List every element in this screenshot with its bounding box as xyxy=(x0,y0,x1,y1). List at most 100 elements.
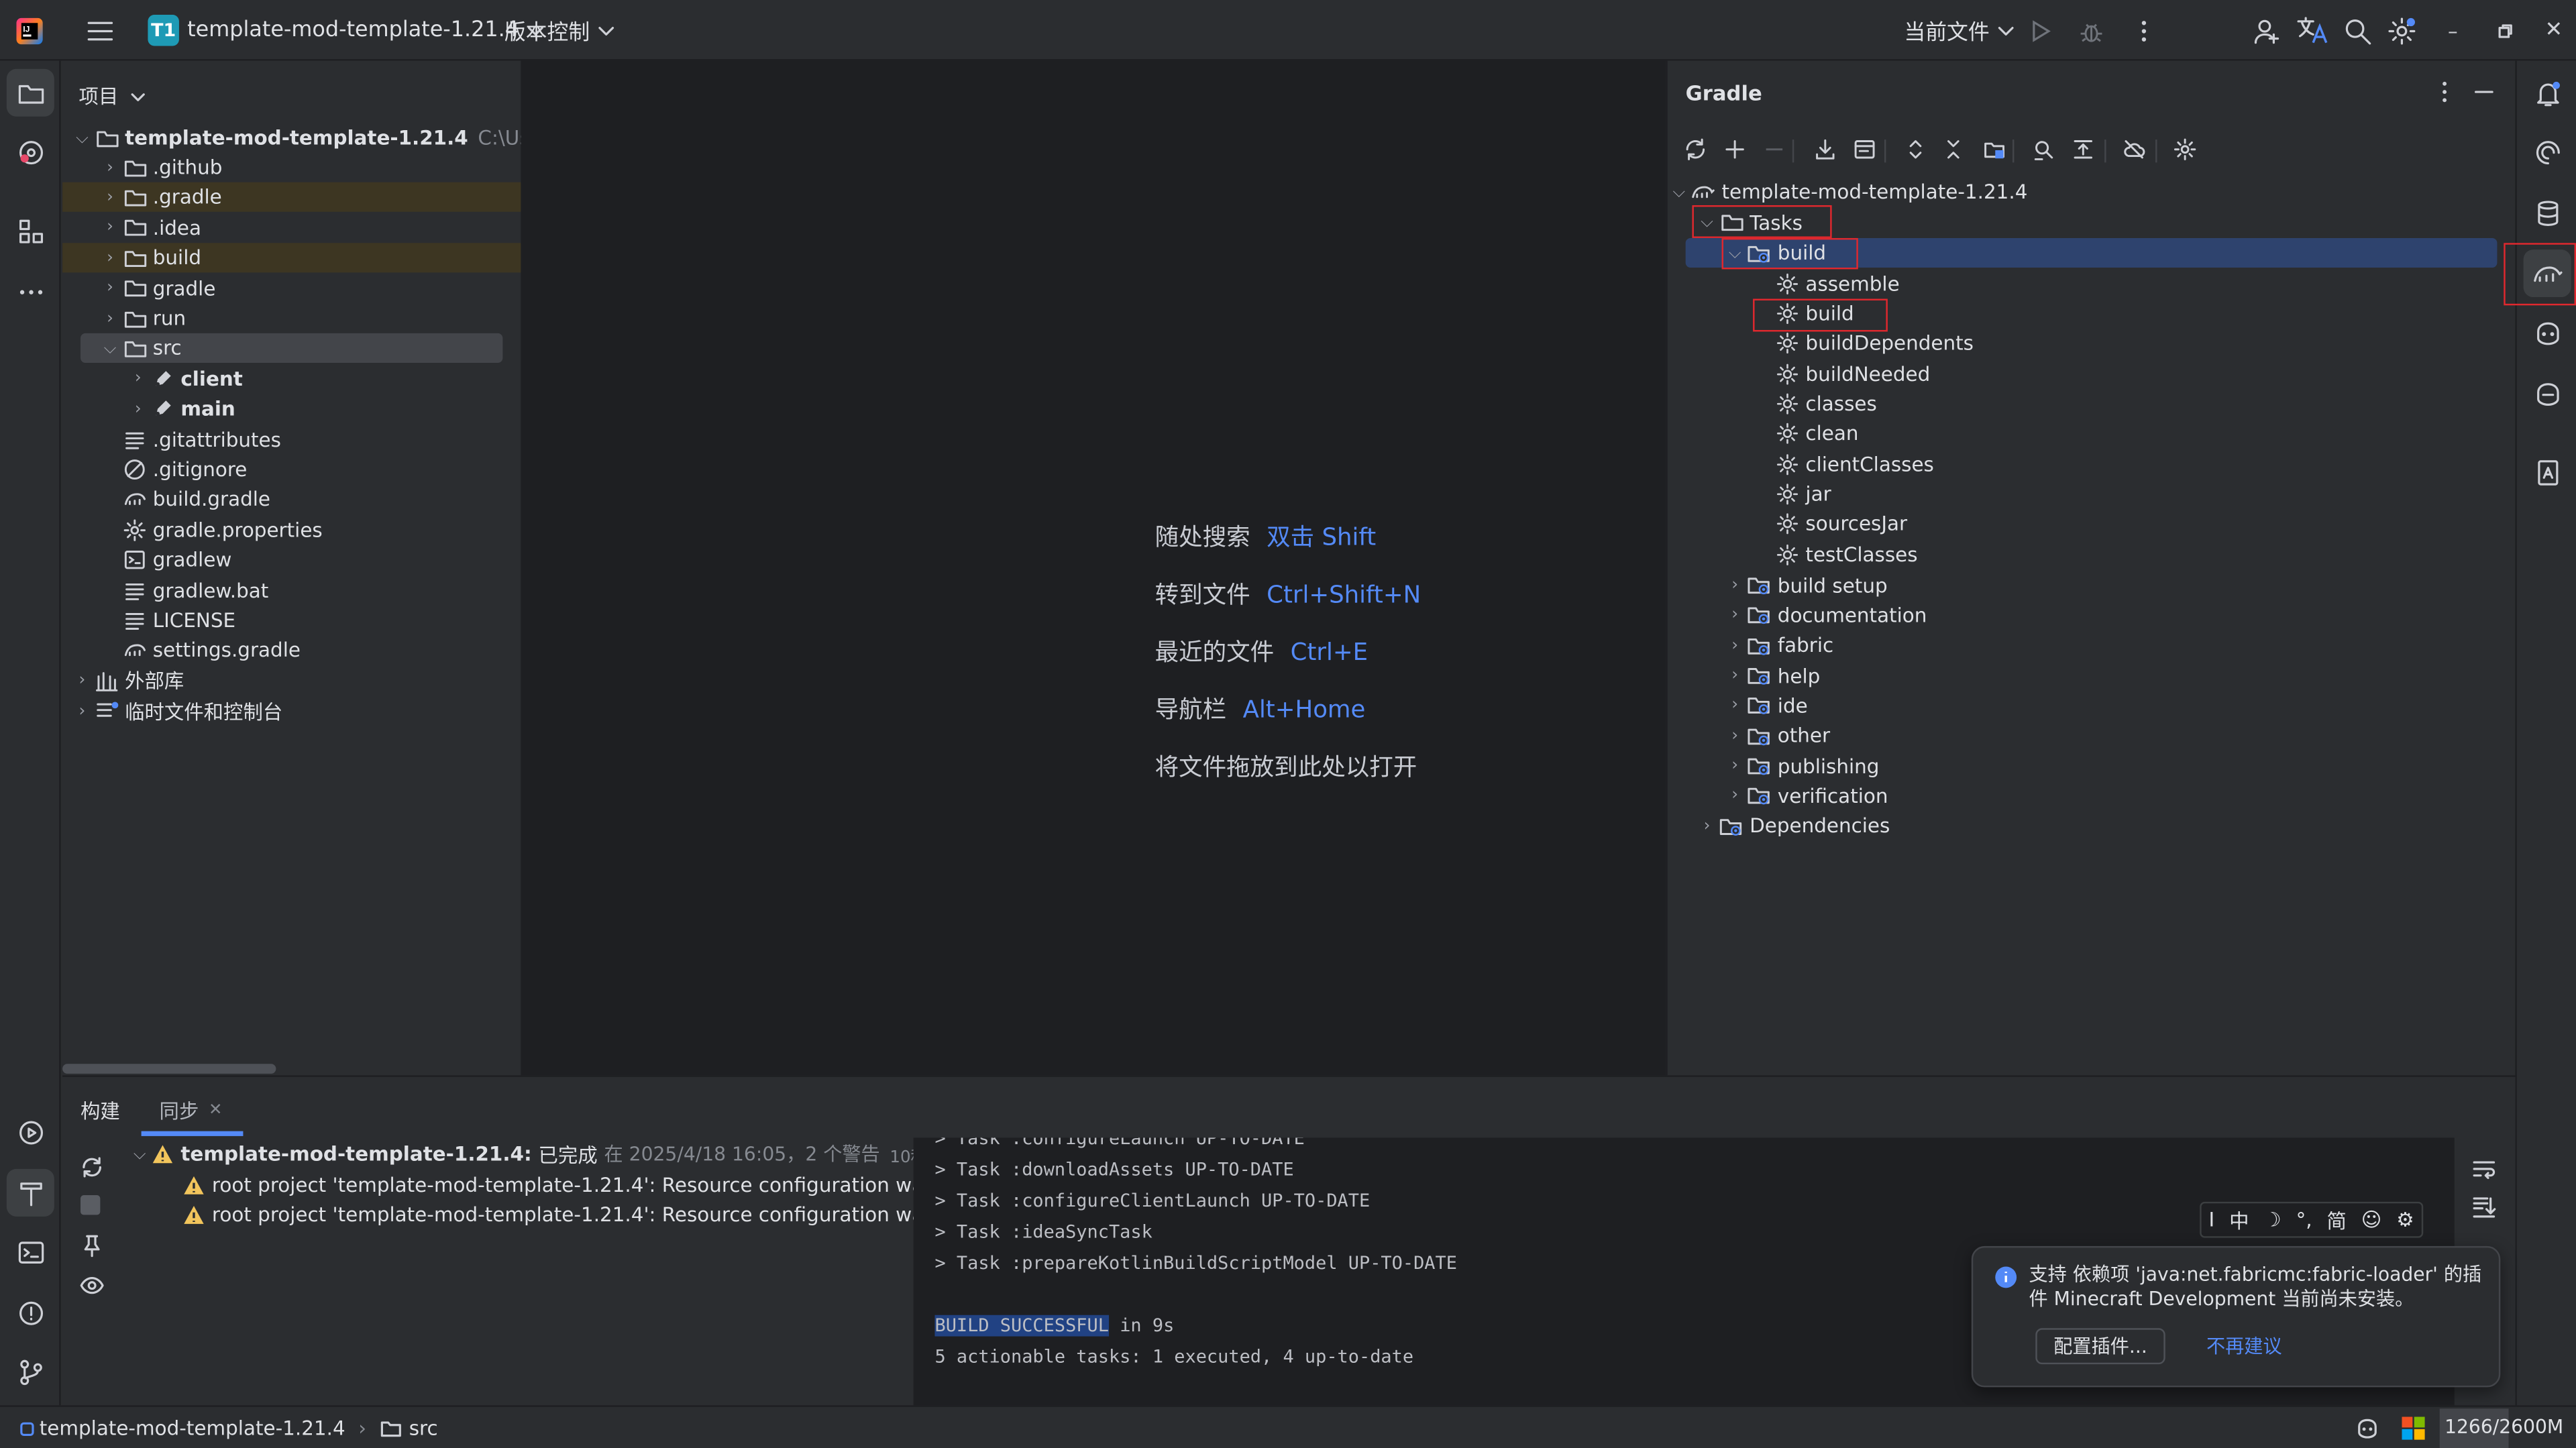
vcs-menu[interactable]: 版本控制 xyxy=(504,0,618,61)
windows-logo-icon[interactable] xyxy=(2402,1416,2425,1440)
translation-tool-button[interactable] xyxy=(2524,448,2571,496)
debug-button[interactable] xyxy=(2078,0,2104,61)
breadcrumb-folder[interactable]: src xyxy=(409,1416,438,1439)
gradle-settings-button[interactable] xyxy=(2172,138,2198,161)
gradle-task-group[interactable]: › publishing xyxy=(1723,751,1879,781)
gradle-task[interactable]: jar xyxy=(1752,480,1831,509)
run-button[interactable] xyxy=(2027,0,2053,61)
ime-button[interactable]: ☽ xyxy=(2263,1209,2281,1231)
project-tree-item[interactable]: ⌵ src xyxy=(99,334,182,364)
soft-wrap-button[interactable] xyxy=(2471,1156,2497,1182)
toggle-button[interactable] xyxy=(2070,138,2096,161)
memory-indicator[interactable]: 1266/2600M xyxy=(2445,1415,2563,1438)
gradle-options-button[interactable] xyxy=(2434,78,2454,105)
plugin-tool-button[interactable] xyxy=(7,128,54,176)
project-tree-item[interactable]: build.gradle xyxy=(99,485,270,514)
breadcrumb-project[interactable]: template-mod-template-1.21.4 xyxy=(40,1416,345,1439)
configure-plugins-button[interactable]: 配置插件... xyxy=(2035,1328,2165,1365)
terminal-tool-button[interactable] xyxy=(7,1228,54,1276)
gradle-task[interactable]: buildNeeded xyxy=(1752,359,1930,388)
copilot-tool-button[interactable] xyxy=(2524,309,2571,356)
tab-build[interactable]: 构建 xyxy=(80,1097,120,1125)
project-tree-item[interactable]: .gitignore xyxy=(99,455,247,484)
gradle-task[interactable]: sourcesJar xyxy=(1752,510,1907,539)
more-tools-button[interactable] xyxy=(7,268,54,315)
rerun-button[interactable] xyxy=(79,1154,105,1180)
run-config-selector[interactable]: 当前文件 xyxy=(1904,0,2017,61)
gradle-task[interactable]: buildDependents xyxy=(1752,329,1974,358)
gradle-dependencies-folder[interactable]: › Dependencies xyxy=(1695,812,1890,841)
ime-button[interactable]: °, xyxy=(2296,1209,2312,1231)
module-folder-button[interactable] xyxy=(1981,138,2007,161)
pin-button[interactable] xyxy=(79,1233,105,1259)
copilot-status-icon[interactable] xyxy=(2354,1415,2380,1441)
gradle-task-group[interactable]: › ide xyxy=(1723,691,1807,720)
services-tool-button[interactable] xyxy=(7,1108,54,1156)
structure-tool-button[interactable] xyxy=(7,207,54,254)
ime-button[interactable]: I xyxy=(2209,1209,2215,1231)
search-button[interactable] xyxy=(2343,0,2372,61)
close-window-button[interactable]: ✕ xyxy=(2544,0,2563,61)
plus-button[interactable] xyxy=(1722,138,1748,161)
scroll-to-end-button[interactable] xyxy=(2471,1194,2497,1220)
project-tree-item[interactable]: › build xyxy=(99,243,201,273)
gradle-task-group[interactable]: › documentation xyxy=(1723,601,1927,630)
task-window-button[interactable] xyxy=(1851,138,1878,161)
gradle-task-group[interactable]: › help xyxy=(1723,661,1820,690)
app-logo[interactable]: IJ xyxy=(15,0,44,61)
build-tool-button[interactable] xyxy=(6,1168,54,1217)
git-tool-button[interactable] xyxy=(7,1348,54,1396)
editor-hint-shortcut[interactable]: Alt+Home xyxy=(1243,698,1366,724)
project-panel-header[interactable]: 项目 xyxy=(79,82,148,110)
project-tree-item[interactable]: .gitattributes xyxy=(99,425,281,454)
problems-tool-button[interactable] xyxy=(7,1289,54,1337)
restore-button[interactable] xyxy=(2497,0,2513,61)
horizontal-scrollbar[interactable] xyxy=(62,1064,276,1074)
minimize-button[interactable]: – xyxy=(2448,0,2458,61)
project-tree-item[interactable]: › 临时文件和控制台 xyxy=(70,696,283,726)
project-tree-item[interactable]: gradlew.bat xyxy=(99,575,268,605)
project-tree-item[interactable]: settings.gradle xyxy=(99,636,301,665)
reload-button[interactable] xyxy=(1682,138,1709,161)
project-tree-item[interactable]: › main xyxy=(127,394,235,424)
settings-button[interactable] xyxy=(2387,0,2416,61)
ime-button[interactable]: 简 xyxy=(2326,1206,2346,1234)
editor-hint-shortcut[interactable]: Ctrl+E xyxy=(1291,641,1368,667)
ai-assistant-tool-button[interactable] xyxy=(2524,128,2571,176)
project-switcher[interactable]: T1 template-mod-template-1.21.4 xyxy=(148,0,546,61)
build-warning-row[interactable]: root project 'template-mod-template-1.21… xyxy=(182,1170,975,1200)
ime-button[interactable]: ⚙ xyxy=(2396,1209,2414,1231)
gradle-task-group[interactable]: › other xyxy=(1723,721,1830,750)
gradle-task-group[interactable]: › build setup xyxy=(1723,571,1887,600)
stop-button[interactable] xyxy=(80,1195,101,1215)
do-not-suggest-link[interactable]: 不再建议 xyxy=(2206,1333,2282,1359)
gradle-task-group[interactable]: › fabric xyxy=(1723,630,1833,660)
project-tree-item[interactable]: › 外部库 xyxy=(70,666,184,695)
project-tree-item[interactable]: gradlew xyxy=(99,545,231,575)
project-tree-item[interactable]: › .gradle xyxy=(99,183,222,213)
notifications-tool-button[interactable] xyxy=(2524,69,2571,117)
gradle-task[interactable]: clientClasses xyxy=(1752,449,1934,479)
database-tool-button[interactable] xyxy=(2524,189,2571,237)
close-tab-icon[interactable]: ✕ xyxy=(209,1102,223,1120)
project-tree-item[interactable]: › client xyxy=(127,364,243,394)
more-actions-button[interactable] xyxy=(2131,0,2157,61)
gradle-task[interactable]: testClasses xyxy=(1752,539,1918,569)
project-tree-item[interactable]: › gradle xyxy=(99,274,215,303)
editor-hint-shortcut[interactable]: Ctrl+Shift+N xyxy=(1267,583,1421,609)
project-tree-item[interactable]: gradle.properties xyxy=(99,515,323,545)
gradle-task[interactable]: assemble xyxy=(1752,268,1900,298)
editor-hint-shortcut[interactable]: 双击 Shift xyxy=(1267,525,1376,551)
ime-button[interactable]: ☺ xyxy=(2361,1209,2382,1231)
project-tool-button[interactable] xyxy=(6,68,54,117)
tab-sync[interactable]: 同步 ✕ xyxy=(160,1097,223,1125)
editor-empty-area[interactable]: 随处搜索 双击 Shift 转到文件 Ctrl+Shift+N 最近的文件 Ctrl+E 导… xyxy=(522,60,1666,1076)
build-result-row[interactable]: ⌵ template-mod-template-1.21.4: 已完成 在 20… xyxy=(128,1139,991,1169)
project-root-row[interactable]: ⌵ template-mod-template-1.21.4 C:\Users\Th xyxy=(70,123,521,153)
main-menu-icon[interactable] xyxy=(85,0,115,61)
gradle-root[interactable]: ⌵ template-mod-template-1.21.4 xyxy=(1668,177,2028,207)
view-button[interactable] xyxy=(79,1272,105,1298)
download-button[interactable] xyxy=(1812,138,1838,161)
gradle-task[interactable]: clean xyxy=(1752,419,1858,449)
project-tree-item[interactable]: › .idea xyxy=(99,213,201,243)
